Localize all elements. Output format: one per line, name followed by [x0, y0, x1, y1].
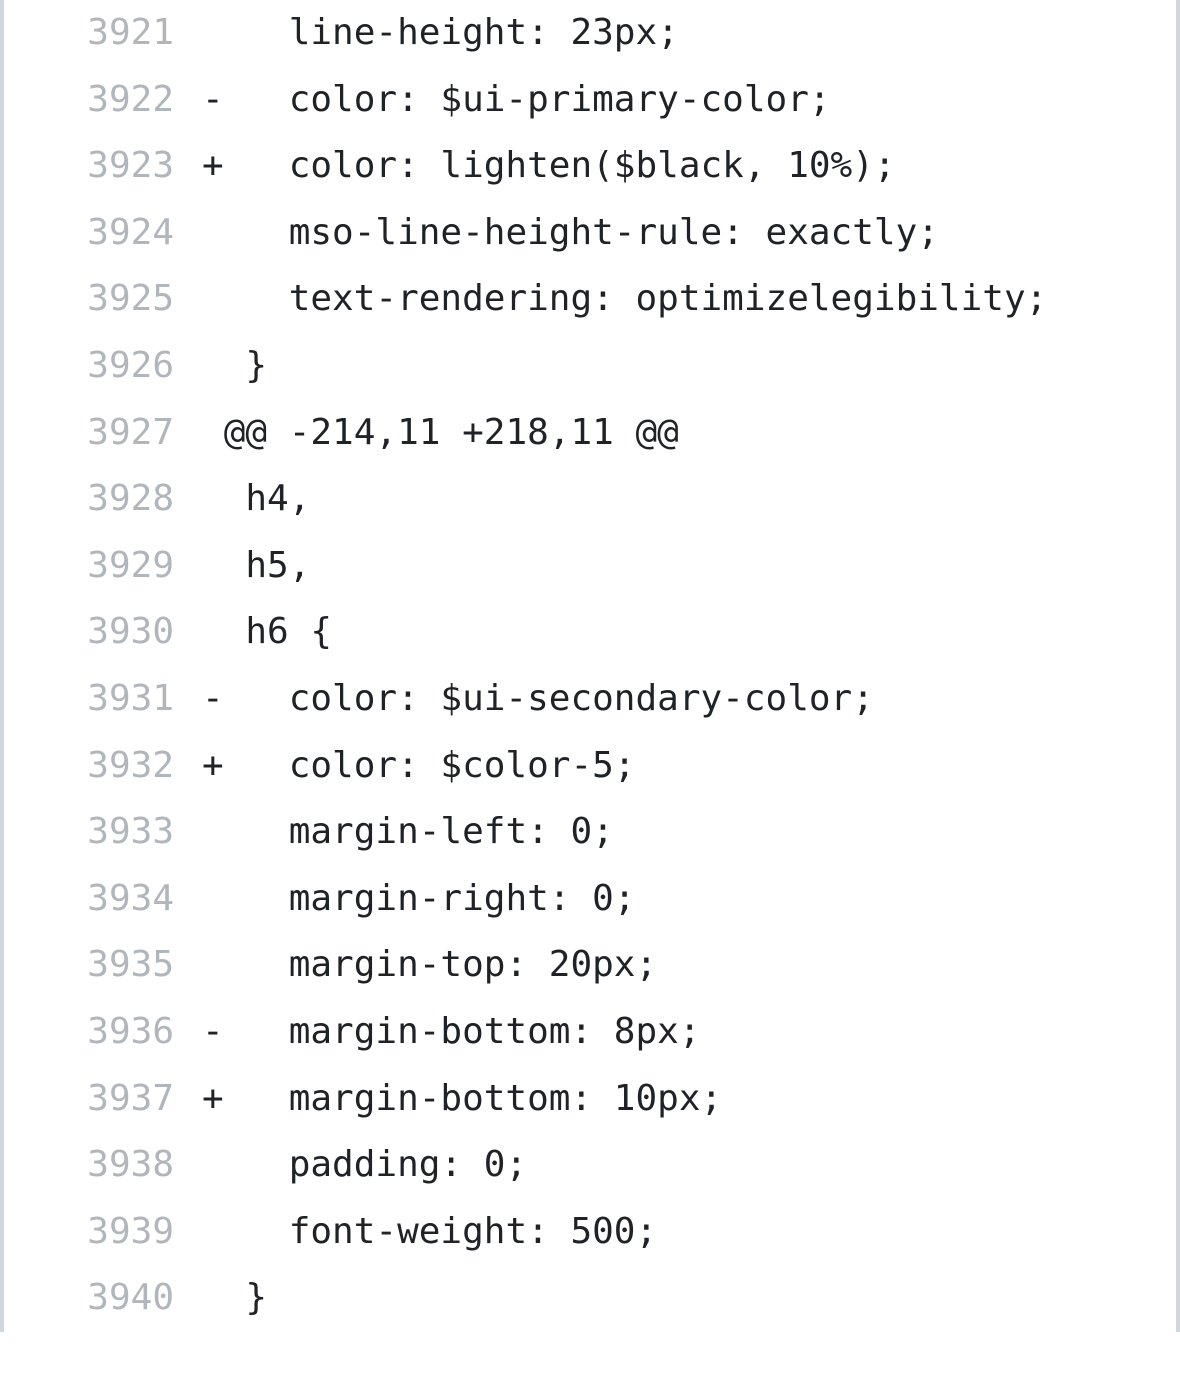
line-number: 3925: [4, 266, 202, 333]
line-code: @@ -214,11 +218,11 @@: [202, 400, 1176, 467]
diff-line: 3921 line-height: 23px;: [4, 0, 1176, 67]
line-number: 3938: [4, 1132, 202, 1199]
diff-line: 3928 h4,: [4, 466, 1176, 533]
line-code: h4,: [202, 466, 1176, 533]
line-code: padding: 0;: [202, 1132, 1176, 1199]
diff-line: 3934 margin-right: 0;: [4, 866, 1176, 933]
line-code: - margin-bottom: 8px;: [202, 999, 1176, 1066]
diff-line: 3938 padding: 0;: [4, 1132, 1176, 1199]
line-code: h6 {: [202, 599, 1176, 666]
line-code: margin-right: 0;: [202, 866, 1176, 933]
line-number: 3937: [4, 1066, 202, 1133]
diff-line: 3925 text-rendering: optimizelegibility;: [4, 266, 1176, 333]
diff-line: 3940 }: [4, 1265, 1176, 1332]
line-code: }: [202, 333, 1176, 400]
diff-line: 3927 @@ -214,11 +218,11 @@: [4, 400, 1176, 467]
diff-line: 3937 + margin-bottom: 10px;: [4, 1066, 1176, 1133]
line-number: 3931: [4, 666, 202, 733]
diff-line: 3939 font-weight: 500;: [4, 1199, 1176, 1266]
line-number: 3939: [4, 1199, 202, 1266]
line-code: margin-left: 0;: [202, 799, 1176, 866]
line-number: 3923: [4, 133, 202, 200]
line-number: 3932: [4, 733, 202, 800]
diff-line: 3926 }: [4, 333, 1176, 400]
line-code: h5,: [202, 533, 1176, 600]
line-number: 3935: [4, 932, 202, 999]
diff-line: 3930 h6 {: [4, 599, 1176, 666]
line-number: 3927: [4, 400, 202, 467]
line-code: + color: $color-5;: [202, 733, 1176, 800]
diff-block: 3921 line-height: 23px; 3922 - color: $u…: [0, 0, 1180, 1332]
line-code: margin-top: 20px;: [202, 932, 1176, 999]
line-code: - color: $ui-primary-color;: [202, 67, 1176, 134]
diff-line: 3922 - color: $ui-primary-color;: [4, 67, 1176, 134]
line-number: 3928: [4, 466, 202, 533]
line-code: + margin-bottom: 10px;: [202, 1066, 1176, 1133]
diff-line: 3935 margin-top: 20px;: [4, 932, 1176, 999]
line-code: font-weight: 500;: [202, 1199, 1176, 1266]
diff-line: 3924 mso-line-height-rule: exactly;: [4, 200, 1176, 267]
diff-line: 3933 margin-left: 0;: [4, 799, 1176, 866]
line-code: }: [202, 1265, 1176, 1332]
line-number: 3929: [4, 533, 202, 600]
diff-line: 3923 + color: lighten($black, 10%);: [4, 133, 1176, 200]
line-code: - color: $ui-secondary-color;: [202, 666, 1176, 733]
line-number: 3922: [4, 67, 202, 134]
line-number: 3926: [4, 333, 202, 400]
line-number: 3940: [4, 1265, 202, 1332]
line-code: text-rendering: optimizelegibility;: [202, 266, 1176, 333]
diff-line: 3929 h5,: [4, 533, 1176, 600]
line-number: 3936: [4, 999, 202, 1066]
diff-line: 3931 - color: $ui-secondary-color;: [4, 666, 1176, 733]
line-number: 3924: [4, 200, 202, 267]
line-number: 3934: [4, 866, 202, 933]
line-number: 3921: [4, 0, 202, 67]
line-code: mso-line-height-rule: exactly;: [202, 200, 1176, 267]
line-number: 3933: [4, 799, 202, 866]
line-code: + color: lighten($black, 10%);: [202, 133, 1176, 200]
diff-line: 3932 + color: $color-5;: [4, 733, 1176, 800]
line-code: line-height: 23px;: [202, 0, 1176, 67]
line-number: 3930: [4, 599, 202, 666]
diff-line: 3936 - margin-bottom: 8px;: [4, 999, 1176, 1066]
